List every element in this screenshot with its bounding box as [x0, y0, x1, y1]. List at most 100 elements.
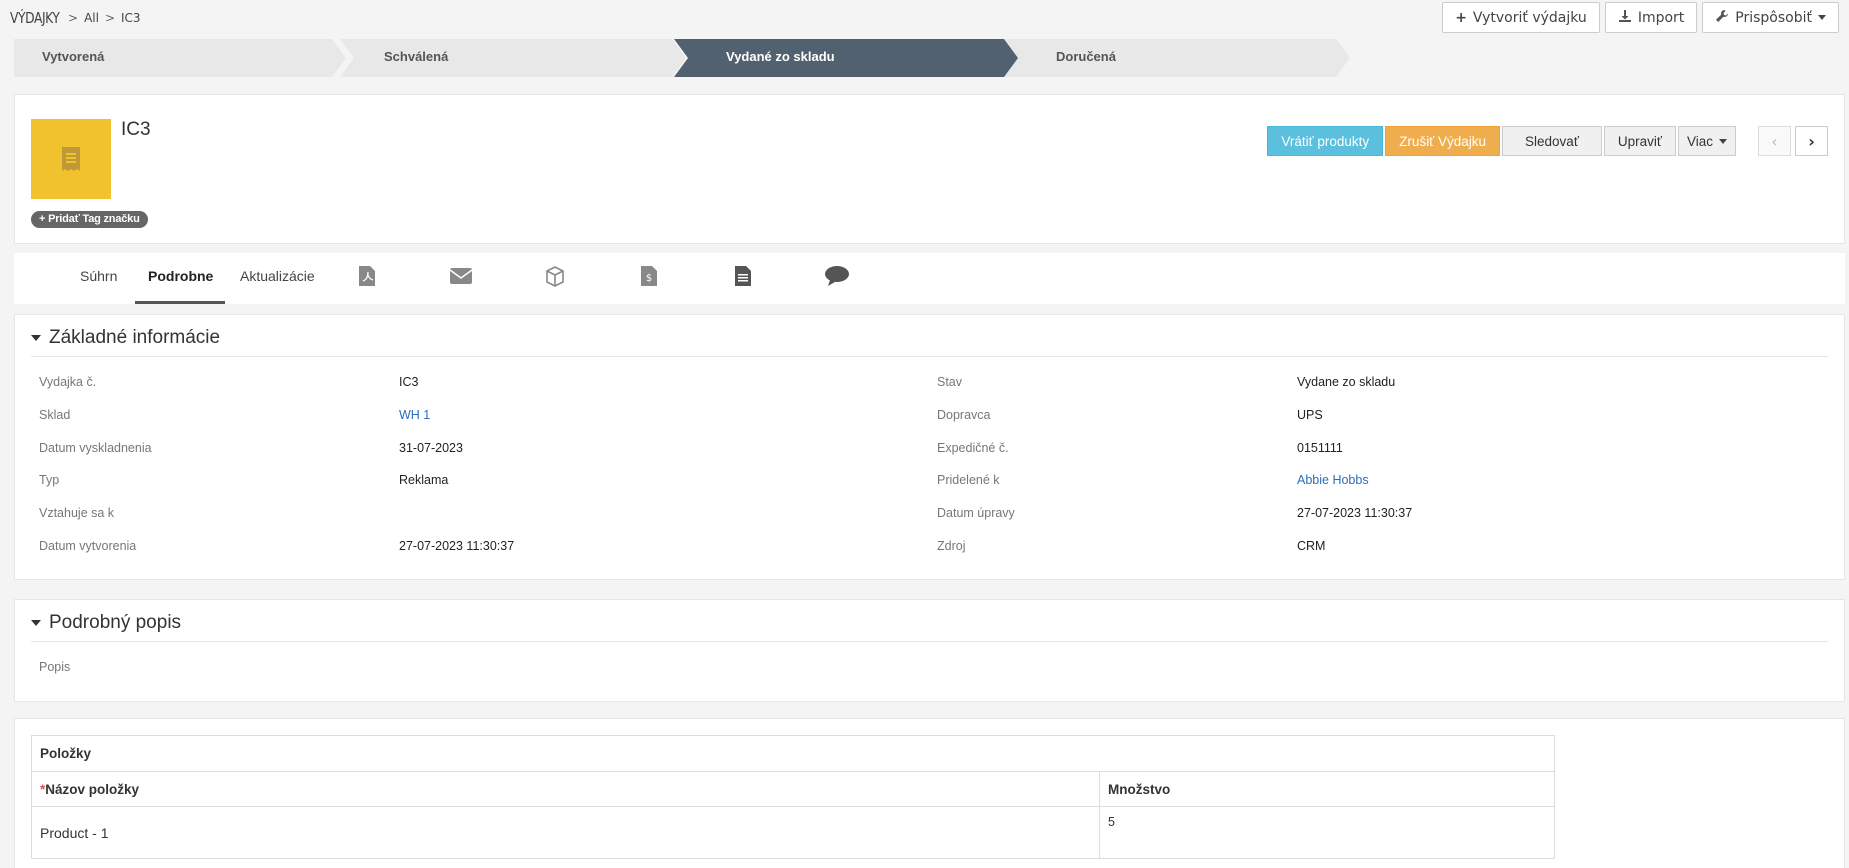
email-icon[interactable]	[448, 263, 474, 289]
breadcrumb-separator: >	[104, 11, 116, 25]
status-step-delivered[interactable]: Doručená	[1004, 39, 1350, 77]
add-tag-button[interactable]: + Pridať Tag značku	[31, 211, 148, 228]
document-icon[interactable]	[730, 263, 756, 289]
table-row: Product - 1 5	[31, 806, 1555, 859]
customize-button[interactable]: Prispôsobiť	[1702, 2, 1839, 33]
warehouse-link[interactable]: WH 1	[399, 408, 430, 422]
field-label: Pridelené k	[937, 473, 1000, 487]
field-value: UPS	[1297, 408, 1323, 422]
more-label: Viac	[1686, 133, 1713, 149]
field-value: 27-07-2023 11:30:37	[1297, 506, 1413, 520]
items-title: Položky	[31, 735, 1555, 772]
tab-label: Súhrn	[80, 268, 118, 284]
edit-button[interactable]: Upraviť	[1603, 126, 1676, 156]
field-value: 31-07-2023	[399, 441, 463, 455]
invoice-icon[interactable]: $	[636, 263, 662, 289]
status-step-issued[interactable]: Vydané zo skladu	[674, 39, 1020, 77]
tab-updates[interactable]: Aktualizácie	[226, 253, 326, 304]
chevron-down-icon	[1818, 15, 1826, 20]
previous-record-button[interactable]: ‹	[1758, 126, 1791, 156]
description-block: Podrobný popis Popis	[14, 599, 1845, 702]
basic-info-title: Základné informácie	[49, 327, 221, 348]
assigned-user-link[interactable]: Abbie Hobbs	[1297, 473, 1369, 487]
tab-detail[interactable]: Podrobne	[135, 253, 225, 304]
field-value: 27-07-2023 11:30:37	[399, 539, 515, 553]
status-step-label: Doručená	[1056, 49, 1116, 64]
field-label: Expedičné č.	[937, 441, 1009, 455]
field-value: IC3	[399, 375, 419, 389]
record-tabs: Súhrn Podrobne Aktualizácie $	[14, 253, 1845, 304]
follow-button[interactable]: Sledovať	[1502, 126, 1602, 156]
divider	[31, 641, 1828, 642]
tab-label: Podrobne	[148, 268, 214, 284]
divider	[31, 356, 1828, 357]
customize-label: Prispôsobiť	[1735, 9, 1812, 26]
chevron-right-icon: ›	[1808, 131, 1815, 151]
items-table: Položky *Názov položky Množstvo Product …	[31, 735, 1555, 859]
field-value: CRM	[1297, 539, 1326, 553]
column-header-label: Názov položky	[45, 781, 140, 797]
record-header: IC3 + Pridať Tag značku Vrátiť produkty …	[14, 94, 1845, 244]
svg-text:$: $	[646, 273, 652, 284]
record-title: IC3	[121, 119, 151, 140]
column-header-name: *Názov položky	[31, 771, 1100, 807]
field-label: Vydajka č.	[39, 375, 97, 389]
field-value: 0151111	[1297, 441, 1343, 455]
plus-icon: +	[1455, 9, 1467, 26]
breadcrumb-all[interactable]: All	[84, 11, 99, 25]
top-bar: VÝDAJKY > All > IC3 + Vytvoriť výdajku I…	[0, 0, 1849, 36]
tab-summary[interactable]: Súhrn	[66, 253, 134, 304]
status-step-label: Vydané zo skladu	[726, 49, 835, 64]
status-step-created[interactable]: Vytvorená	[14, 39, 346, 77]
return-products-button[interactable]: Vrátiť produkty	[1267, 126, 1384, 156]
basic-info-header[interactable]: Základné informácie	[31, 327, 220, 349]
chevron-down-icon	[1719, 138, 1727, 144]
tab-label: Aktualizácie	[240, 268, 315, 284]
box-icon[interactable]	[542, 263, 568, 289]
column-header-quantity: Množstvo	[1099, 771, 1555, 807]
item-name: Product - 1	[31, 806, 1100, 859]
comment-icon[interactable]	[824, 263, 850, 289]
field-label: Dopravca	[937, 408, 991, 422]
field-value: Vydane zo skladu	[1297, 375, 1396, 389]
status-step-label: Vytvorená	[42, 49, 105, 64]
field-value: Reklama	[399, 473, 449, 487]
field-label: Typ	[39, 473, 60, 487]
status-step-approved[interactable]: Schválená	[340, 39, 686, 77]
breadcrumb-module[interactable]: VÝDAJKY	[10, 9, 60, 27]
field-label: Datum vytvorenia	[39, 539, 137, 553]
status-step-label: Schválená	[384, 49, 449, 64]
record-icon	[31, 119, 111, 199]
field-label: Vztahuje sa k	[39, 506, 115, 520]
field-label: Datum vyskladnenia	[39, 441, 152, 455]
cancel-issue-button[interactable]: Zrušiť Výdajku	[1385, 126, 1501, 156]
items-block: Položky *Názov položky Množstvo Product …	[14, 718, 1845, 868]
more-button[interactable]: Viac	[1677, 126, 1736, 156]
create-issue-button[interactable]: + Vytvoriť výdajku	[1442, 2, 1600, 33]
create-issue-label: Vytvoriť výdajku	[1472, 9, 1587, 26]
pdf-icon[interactable]	[354, 263, 380, 289]
description-label: Popis	[39, 660, 71, 674]
description-header[interactable]: Podrobný popis	[31, 612, 181, 634]
import-button[interactable]: Import	[1604, 2, 1698, 33]
record-navigation: ‹ ›	[1758, 126, 1828, 156]
next-record-button[interactable]: ›	[1795, 126, 1828, 156]
field-label: Datum úpravy	[937, 506, 1015, 520]
basic-info-block: Základné informácie Vydajka č. IC3 Sklad…	[14, 314, 1845, 580]
collapse-icon	[31, 620, 41, 626]
field-label: Zdroj	[937, 539, 966, 553]
import-label: Import	[1637, 9, 1685, 26]
field-label: Sklad	[39, 408, 71, 422]
description-title: Podrobný popis	[49, 612, 182, 633]
breadcrumb: VÝDAJKY > All > IC3	[10, 9, 141, 27]
receipt-icon	[62, 147, 80, 171]
wrench-icon	[1715, 9, 1729, 27]
breadcrumb-current: IC3	[121, 11, 141, 25]
field-label: Stav	[937, 375, 963, 389]
top-actions: + Vytvoriť výdajku Import Prispôsobiť	[1442, 2, 1839, 33]
download-icon	[1618, 9, 1632, 27]
breadcrumb-separator: >	[68, 11, 79, 25]
item-quantity: 5	[1099, 806, 1555, 859]
collapse-icon	[31, 335, 41, 341]
chevron-left-icon: ‹	[1771, 131, 1778, 151]
